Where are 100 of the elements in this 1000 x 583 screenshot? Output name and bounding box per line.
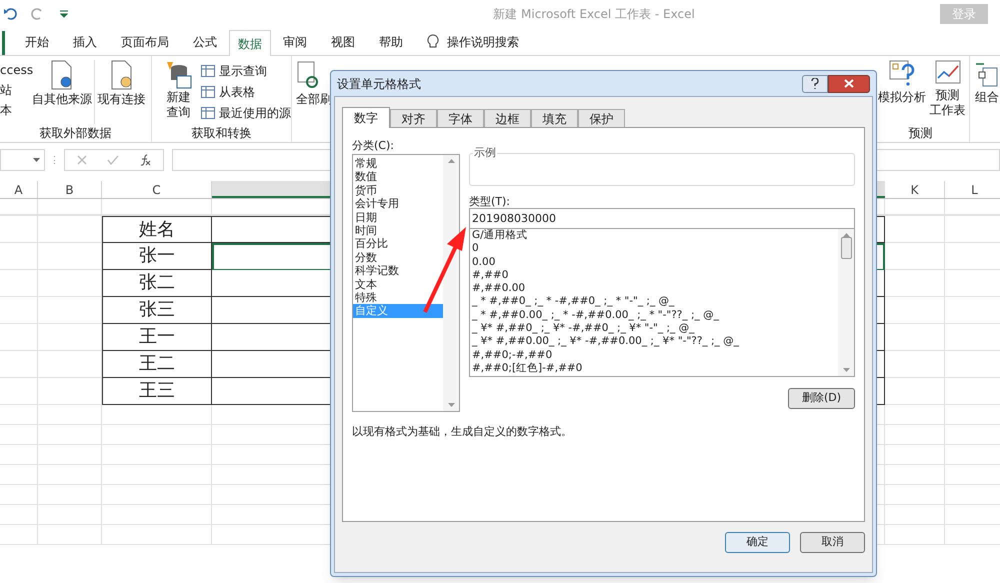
grid-cell[interactable] <box>885 505 945 525</box>
from-other-sources-button[interactable]: 自其他来源 <box>32 90 92 108</box>
grid-cell[interactable] <box>38 243 102 270</box>
category-item[interactable]: 科学记数 <box>353 264 443 278</box>
ribbon-tab[interactable]: 帮助 <box>367 29 415 55</box>
delete-button[interactable]: 删除(D) <box>788 388 855 409</box>
grid-cell[interactable] <box>38 297 102 324</box>
grid-cell[interactable] <box>885 405 945 425</box>
grid-cell[interactable] <box>38 465 102 485</box>
grid-cell[interactable] <box>885 351 945 378</box>
dialog-tab[interactable]: 边框 <box>484 109 531 127</box>
grid-cell[interactable] <box>0 243 38 270</box>
grid-cell[interactable] <box>0 425 38 445</box>
grid-cell[interactable] <box>38 505 102 525</box>
format-item[interactable]: _ * #,##0.00_ ;_ * -#,##0.00_ ;_ * "-"??_ ;_ @_ <box>470 308 838 322</box>
grid-cell[interactable] <box>885 485 945 505</box>
grid-cell[interactable] <box>38 270 102 297</box>
grid-cell[interactable] <box>0 378 38 405</box>
dialog-tab[interactable]: 数字 <box>342 107 390 128</box>
category-item[interactable]: 特殊 <box>353 290 443 304</box>
ribbon-command[interactable]: 站 <box>0 80 30 100</box>
grid-cell[interactable] <box>102 405 212 425</box>
ribbon-tab[interactable]: 审阅 <box>271 29 319 55</box>
category-item[interactable]: 常规 <box>353 157 443 170</box>
format-item[interactable]: 0.00 <box>470 256 838 269</box>
dialog-tab[interactable]: 对齐 <box>390 109 437 127</box>
dialog-tab[interactable]: 保护 <box>578 109 625 127</box>
grid-cell[interactable] <box>0 525 38 545</box>
scroll-down-icon[interactable] <box>842 368 850 372</box>
cancel-icon[interactable] <box>77 154 87 164</box>
ok-button[interactable]: 确定 <box>725 532 790 553</box>
format-item[interactable]: #,##0;-#,##0 <box>470 348 838 362</box>
format-item[interactable]: #,##0;[红色]-#,##0 <box>470 362 838 376</box>
dialog-tab[interactable]: 字体 <box>437 109 484 127</box>
grid-cell[interactable] <box>38 216 102 243</box>
ribbon-command[interactable]: 本 <box>0 100 30 120</box>
grid-cell[interactable] <box>885 324 945 351</box>
cancel-button[interactable]: 取消 <box>800 532 865 553</box>
ribbon-tab[interactable]: 插入 <box>61 29 109 55</box>
grid-cell[interactable] <box>885 425 945 445</box>
grid-cell[interactable] <box>0 216 38 243</box>
scrollbar[interactable] <box>838 229 854 376</box>
grid-cell[interactable] <box>0 445 38 465</box>
format-item[interactable]: G/通用格式 <box>470 229 838 242</box>
category-item[interactable]: 分数 <box>353 250 443 264</box>
grid-cell[interactable] <box>38 425 102 445</box>
undo-icon[interactable] <box>4 7 18 21</box>
grid-cell[interactable] <box>0 199 38 215</box>
format-item[interactable]: #,##0 <box>470 268 838 282</box>
grid-cell[interactable] <box>885 216 945 243</box>
ribbon-tab[interactable]: 公式 <box>181 29 229 55</box>
column-header[interactable]: A <box>0 181 38 198</box>
help-button[interactable] <box>802 74 828 92</box>
grid-cell[interactable] <box>0 405 38 425</box>
ribbon-tab[interactable]: 数据 <box>229 30 271 56</box>
ribbon-command[interactable]: ccess <box>0 60 30 80</box>
grid-cell[interactable] <box>885 525 945 545</box>
category-item[interactable]: 百分比 <box>353 237 443 251</box>
format-item[interactable]: _ ¥* #,##0_ ;_ ¥* -#,##0_ ;_ ¥* "-"_ ;_ @_ <box>470 322 838 336</box>
grid-cell[interactable] <box>38 525 102 545</box>
category-item[interactable]: 数值 <box>353 170 443 184</box>
grid-cell[interactable] <box>38 405 102 425</box>
what-if-analysis-button[interactable]: 模拟分析 <box>878 88 926 106</box>
grid-cell[interactable] <box>0 485 38 505</box>
grid-cell[interactable] <box>0 270 38 297</box>
grid-cell[interactable] <box>38 199 102 215</box>
grid-cell[interactable] <box>38 485 102 505</box>
format-item[interactable]: 0 <box>470 242 838 256</box>
grid-cell[interactable] <box>0 465 38 485</box>
ribbon-command[interactable]: 从表格 <box>219 83 255 101</box>
scrollbar[interactable] <box>443 155 459 411</box>
grid-cell[interactable] <box>38 445 102 465</box>
grid-cell[interactable] <box>0 505 38 525</box>
grid-cell[interactable] <box>38 324 102 351</box>
format-item[interactable]: _ ¥* #,##0.00_ ;_ ¥* -#,##0.00_ ;_ ¥* "-"??_ ;_ @_ <box>470 335 838 349</box>
grid-cell[interactable] <box>102 505 212 525</box>
grid-cell[interactable] <box>0 297 38 324</box>
grid-cell[interactable] <box>102 485 212 505</box>
column-header[interactable]: L <box>945 181 1000 198</box>
customize-icon[interactable] <box>60 10 68 18</box>
grid-cell[interactable] <box>885 445 945 465</box>
grid-cell[interactable] <box>38 378 102 405</box>
grid-cell[interactable] <box>102 199 212 215</box>
tell-me-search[interactable]: 操作说明搜索 <box>447 33 519 51</box>
check-icon[interactable] <box>107 154 119 164</box>
column-header[interactable]: B <box>38 181 102 198</box>
ribbon-tab[interactable]: 视图 <box>319 29 367 55</box>
format-item[interactable]: _ * #,##0_ ;_ * -#,##0_ ;_ * "-"_ ;_ @_ <box>470 295 838 309</box>
ribbon-command[interactable]: 最近使用的源 <box>219 104 291 122</box>
column-header[interactable]: K <box>885 181 945 198</box>
existing-connections-button[interactable]: 现有连接 <box>98 90 146 108</box>
category-item[interactable]: 时间 <box>353 224 443 238</box>
dialog-tab[interactable]: 填充 <box>531 109 578 127</box>
category-item[interactable]: 文本 <box>353 278 443 291</box>
category-item[interactable]: 会计专用 <box>353 197 443 211</box>
grid-cell[interactable] <box>885 243 945 270</box>
grid-cell[interactable] <box>102 525 212 545</box>
grid-cell[interactable] <box>102 425 212 445</box>
type-input[interactable]: 201908030000 <box>469 208 855 229</box>
grid-cell[interactable] <box>102 445 212 465</box>
